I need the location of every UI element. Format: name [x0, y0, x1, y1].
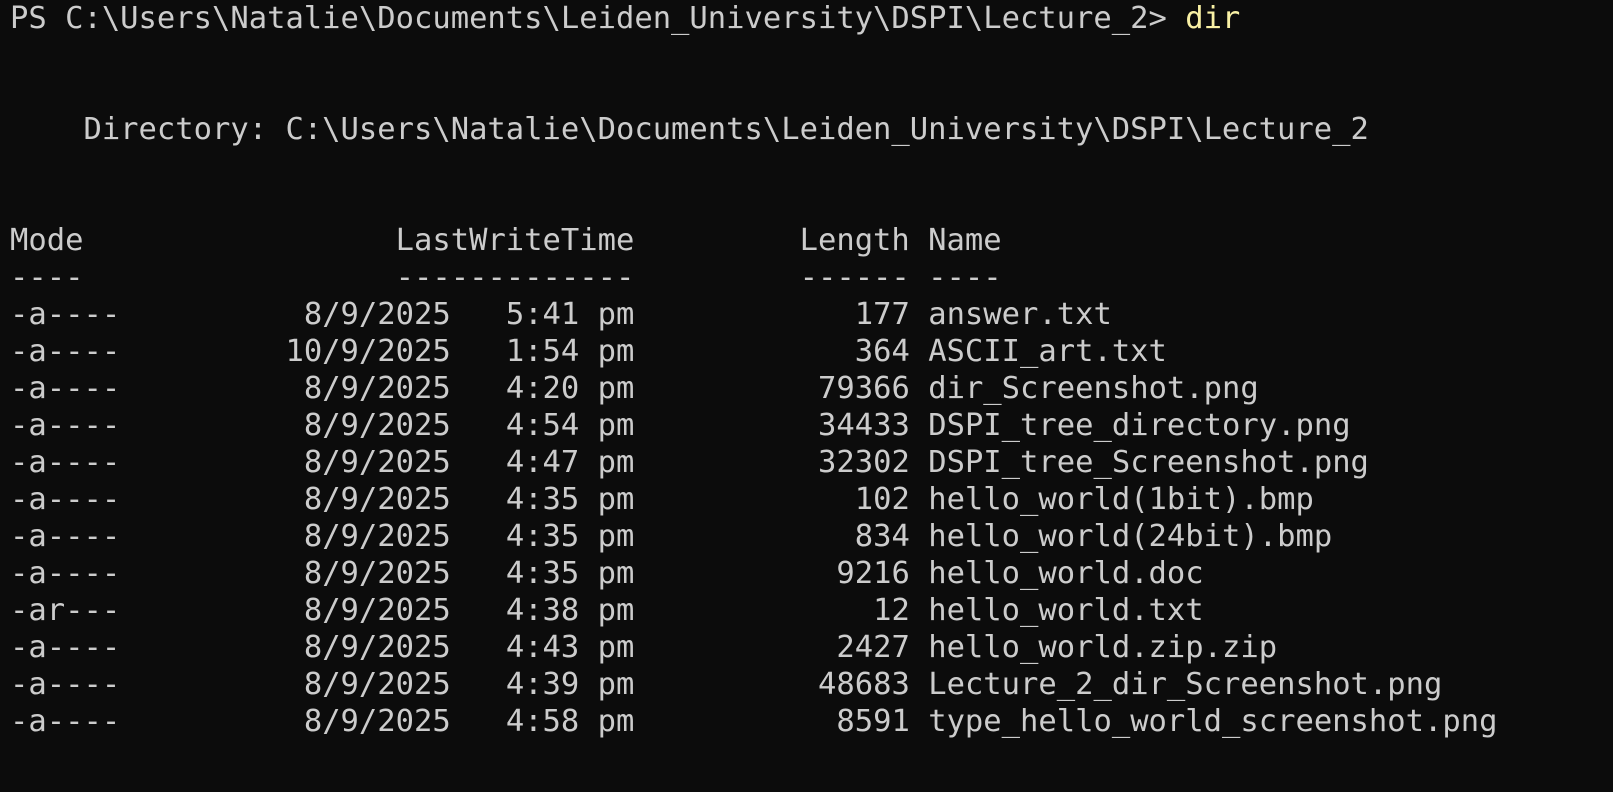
row-name: dir_Screenshot.png — [928, 371, 1259, 406]
table-row: -a---- 8/9/2025 4:39 pm 48683 Lecture_2_… — [10, 666, 1605, 703]
row-date: 8/9/2025 — [303, 704, 451, 739]
table-header-underline: ---- ------------- ------ ---- — [10, 259, 1605, 296]
underline-name: ---- — [928, 260, 1002, 295]
row-time: 4:47 pm — [505, 445, 635, 480]
row-time: 4:38 pm — [505, 593, 635, 628]
table-row: -a---- 8/9/2025 4:43 pm 2427 hello_world… — [10, 629, 1605, 666]
directory-line: Directory: C:\Users\Natalie\Documents\Le… — [10, 112, 1369, 147]
header-mode: Mode — [10, 223, 84, 258]
row-mode: -a---- — [10, 445, 121, 480]
row-date: 10/9/2025 — [285, 334, 451, 369]
prompt-text: PS C:\Users\Natalie\Documents\Leiden_Uni… — [10, 1, 1186, 36]
table-row: -a---- 8/9/2025 4:47 pm 32302 DSPI_tree_… — [10, 444, 1605, 481]
row-date: 8/9/2025 — [303, 297, 451, 332]
command-text: dir — [1185, 1, 1241, 36]
row-time: 4:35 pm — [505, 519, 635, 554]
row-mode: -a---- — [10, 519, 121, 554]
row-time: 4:35 pm — [505, 482, 635, 517]
row-name: hello_world.doc — [928, 556, 1204, 591]
header-length: Length — [799, 223, 910, 258]
row-name: hello_world(1bit).bmp — [928, 482, 1314, 517]
row-date: 8/9/2025 — [303, 519, 451, 554]
terminal-window[interactable]: PS C:\Users\Natalie\Documents\Leiden_Uni… — [10, 0, 1605, 740]
row-name: type_hello_world_screenshot.png — [928, 704, 1498, 739]
row-name: hello_world.txt — [928, 593, 1204, 628]
table-row: -a---- 8/9/2025 4:58 pm 8591 type_hello_… — [10, 703, 1605, 740]
row-name: DSPI_tree_Screenshot.png — [928, 445, 1369, 480]
row-length: 102 — [854, 482, 910, 517]
row-mode: -a---- — [10, 667, 121, 702]
underline-lastwritetime: ------------- — [395, 260, 635, 295]
row-length: 34433 — [818, 408, 910, 443]
row-mode: -a---- — [10, 704, 121, 739]
row-mode: -a---- — [10, 297, 121, 332]
row-time: 4:35 pm — [505, 556, 635, 591]
row-time: 4:54 pm — [505, 408, 635, 443]
row-time: 4:58 pm — [505, 704, 635, 739]
row-length: 79366 — [818, 371, 910, 406]
row-mode: -a---- — [10, 371, 121, 406]
table-row: -a---- 10/9/2025 1:54 pm 364 ASCII_art.t… — [10, 333, 1605, 370]
row-name: hello_world.zip.zip — [928, 630, 1278, 665]
row-length: 12 — [873, 593, 910, 628]
row-length: 32302 — [818, 445, 910, 480]
underline-mode: ---- — [10, 260, 84, 295]
table-row: -a---- 8/9/2025 4:54 pm 34433 DSPI_tree_… — [10, 407, 1605, 444]
row-date: 8/9/2025 — [303, 445, 451, 480]
file-list: -a---- 8/9/2025 5:41 pm 177 answer.txt -a… — [10, 296, 1605, 740]
row-time: 1:54 pm — [505, 334, 635, 369]
row-name: Lecture_2_dir_Screenshot.png — [928, 667, 1443, 702]
row-time: 5:41 pm — [505, 297, 635, 332]
table-row: -a---- 8/9/2025 4:20 pm 79366 dir_Screen… — [10, 370, 1605, 407]
header-name: Name — [928, 223, 1002, 258]
row-date: 8/9/2025 — [303, 482, 451, 517]
row-name: answer.txt — [928, 297, 1112, 332]
row-mode: -ar--- — [10, 593, 121, 628]
row-mode: -a---- — [10, 334, 121, 369]
row-mode: -a---- — [10, 556, 121, 591]
row-date: 8/9/2025 — [303, 667, 451, 702]
row-name: DSPI_tree_directory.png — [928, 408, 1351, 443]
prompt-line: PS C:\Users\Natalie\Documents\Leiden_Uni… — [10, 0, 1605, 37]
table-row: -a---- 8/9/2025 4:35 pm 9216 hello_world… — [10, 555, 1605, 592]
row-length: 48683 — [818, 667, 910, 702]
row-name: ASCII_art.txt — [928, 334, 1167, 369]
row-date: 8/9/2025 — [303, 593, 451, 628]
row-length: 364 — [854, 334, 910, 369]
row-date: 8/9/2025 — [303, 408, 451, 443]
row-length: 2427 — [836, 630, 910, 665]
table-row: -ar--- 8/9/2025 4:38 pm 12 hello_world.t… — [10, 592, 1605, 629]
header-lastwritetime: LastWriteTime — [395, 223, 635, 258]
underline-length: ------ — [799, 260, 910, 295]
table-row: -a---- 8/9/2025 4:35 pm 102 hello_world(… — [10, 481, 1605, 518]
table-row: -a---- 8/9/2025 4:35 pm 834 hello_world(… — [10, 518, 1605, 555]
row-length: 834 — [854, 519, 910, 554]
row-time: 4:20 pm — [505, 371, 635, 406]
row-time: 4:43 pm — [505, 630, 635, 665]
row-date: 8/9/2025 — [303, 630, 451, 665]
row-mode: -a---- — [10, 408, 121, 443]
row-date: 8/9/2025 — [303, 556, 451, 591]
row-length: 8591 — [836, 704, 910, 739]
row-time: 4:39 pm — [505, 667, 635, 702]
row-length: 177 — [854, 297, 910, 332]
row-mode: -a---- — [10, 482, 121, 517]
row-name: hello_world(24bit).bmp — [928, 519, 1333, 554]
row-length: 9216 — [836, 556, 910, 591]
row-mode: -a---- — [10, 630, 121, 665]
table-header: Mode LastWriteTime Length Name — [10, 222, 1605, 259]
table-row: -a---- 8/9/2025 5:41 pm 177 answer.txt — [10, 296, 1605, 333]
row-date: 8/9/2025 — [303, 371, 451, 406]
